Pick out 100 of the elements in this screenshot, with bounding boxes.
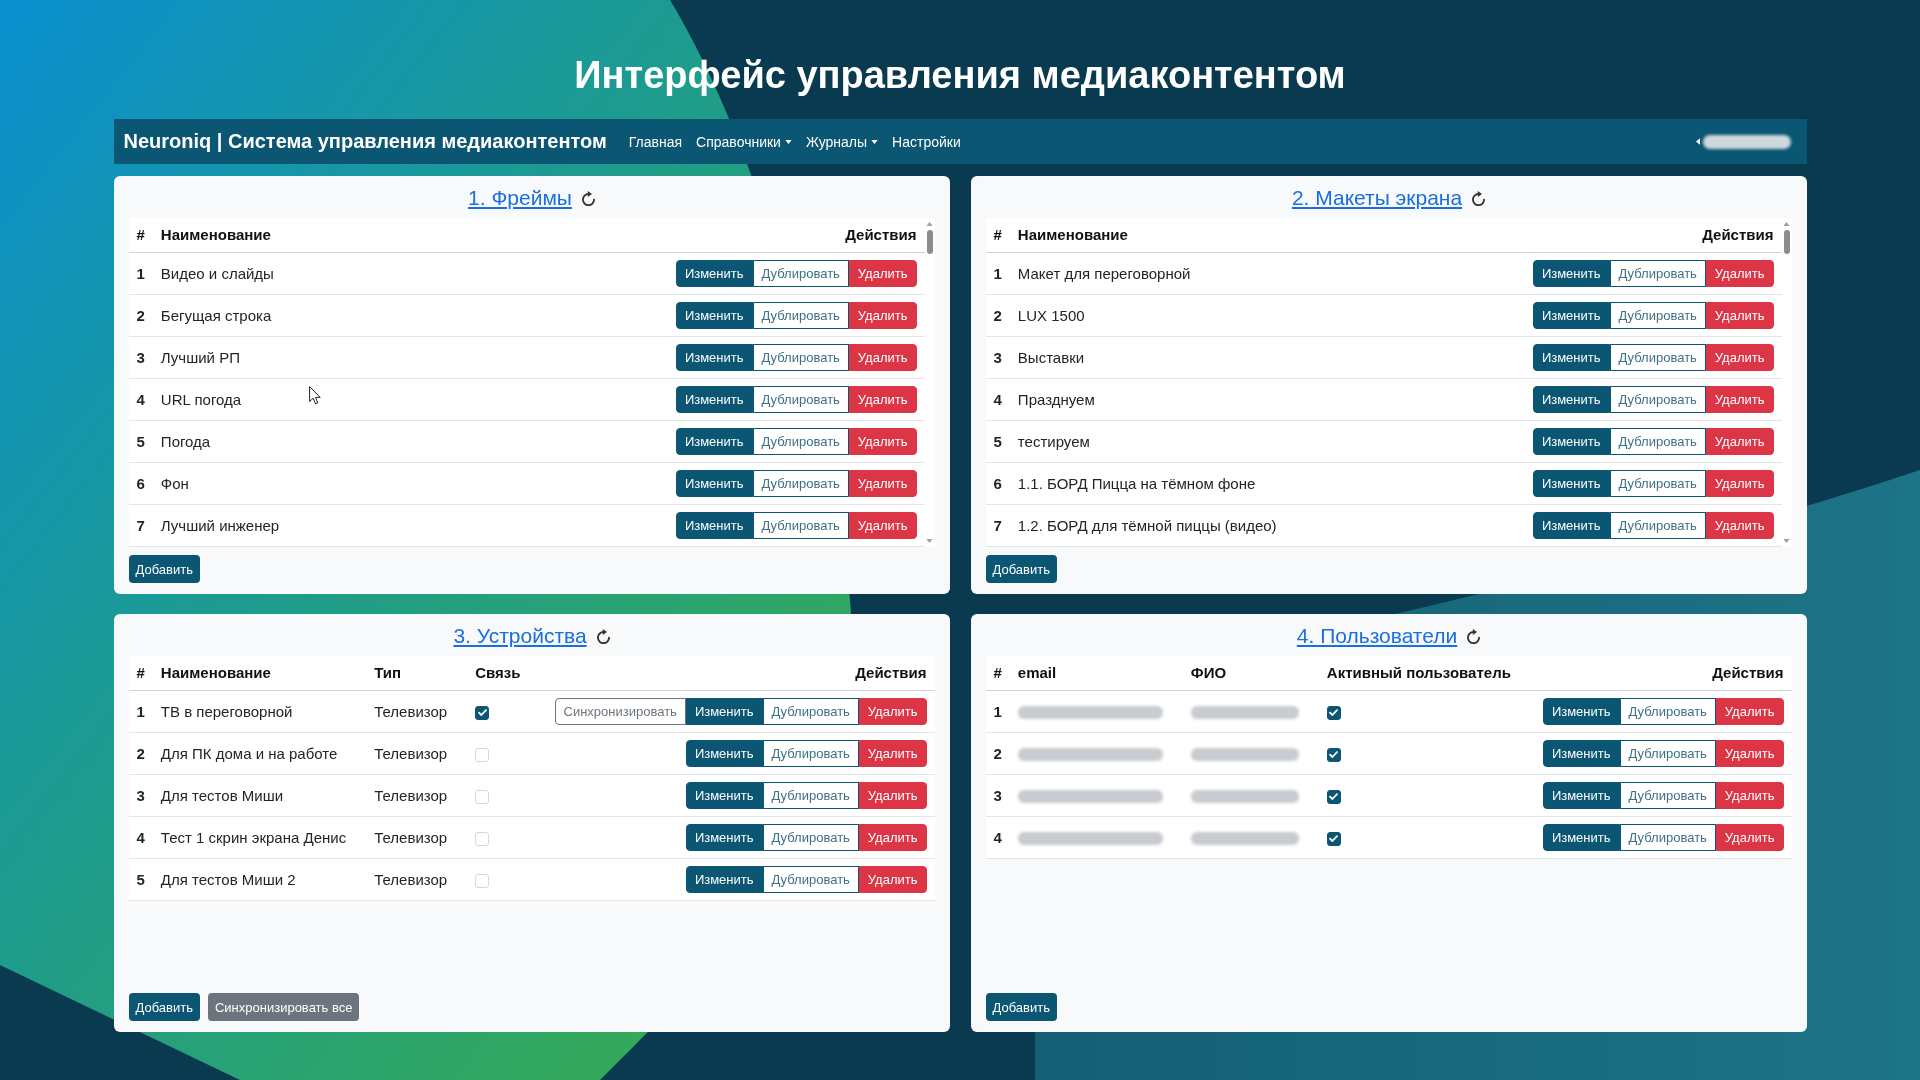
duplicate-button[interactable]: Дублировать	[752, 428, 849, 455]
delete-button[interactable]: Удалить	[848, 344, 917, 371]
delete-button[interactable]: Удалить	[1705, 512, 1774, 539]
sync-button[interactable]: Синхронизировать	[554, 698, 686, 725]
table-cell: 1.1. БОРД Пицца на тёмном фоне	[1017, 474, 1256, 492]
checkbox[interactable]	[1326, 747, 1341, 762]
duplicate-button[interactable]: Дублировать	[1619, 782, 1716, 809]
edit-button[interactable]: Изменить	[1532, 428, 1610, 455]
duplicate-button[interactable]: Дублировать	[1609, 386, 1706, 413]
edit-button[interactable]: Изменить	[675, 386, 753, 413]
delete-button[interactable]: Удалить	[848, 386, 917, 413]
edit-button[interactable]: Изменить	[675, 470, 753, 497]
duplicate-button[interactable]: Дублировать	[762, 824, 859, 851]
nav-link[interactable]: Журналы	[799, 133, 885, 150]
delete-button[interactable]: Удалить	[1715, 824, 1784, 851]
duplicate-button[interactable]: Дублировать	[762, 698, 859, 725]
delete-button[interactable]: Удалить	[1705, 428, 1774, 455]
delete-button[interactable]: Удалить	[848, 260, 917, 287]
delete-button[interactable]: Удалить	[858, 824, 927, 851]
delete-button[interactable]: Удалить	[858, 698, 927, 725]
duplicate-button[interactable]: Дублировать	[1609, 512, 1706, 539]
edit-button[interactable]: Изменить	[1532, 470, 1610, 497]
edit-button[interactable]: Изменить	[1542, 698, 1620, 725]
duplicate-button[interactable]: Дублировать	[1609, 260, 1706, 287]
checkbox[interactable]	[1326, 831, 1341, 846]
scrollbar-thumb[interactable]	[926, 230, 933, 254]
refresh-icon[interactable]	[581, 190, 595, 206]
delete-button[interactable]: Удалить	[858, 866, 927, 893]
duplicate-button[interactable]: Дублировать	[1619, 824, 1716, 851]
duplicate-button[interactable]: Дублировать	[752, 386, 849, 413]
edit-button[interactable]: Изменить	[675, 260, 753, 287]
edit-button[interactable]: Изменить	[685, 782, 763, 809]
duplicate-button[interactable]: Дублировать	[752, 470, 849, 497]
panel-title-link[interactable]: 2. Макеты экрана	[1291, 184, 1463, 212]
edit-button[interactable]: Изменить	[685, 740, 763, 767]
edit-button[interactable]: Изменить	[1542, 782, 1620, 809]
delete-button[interactable]: Удалить	[1715, 782, 1784, 809]
add-button[interactable]: Добавить	[985, 555, 1057, 583]
checkbox[interactable]	[475, 705, 490, 720]
duplicate-button[interactable]: Дублировать	[1609, 302, 1706, 329]
delete-button[interactable]: Удалить	[1705, 470, 1774, 497]
panel-title-link[interactable]: 4. Пользователи	[1296, 622, 1458, 650]
delete-button[interactable]: Удалить	[1705, 260, 1774, 287]
delete-button[interactable]: Удалить	[1705, 302, 1774, 329]
duplicate-button[interactable]: Дублировать	[752, 302, 849, 329]
edit-button[interactable]: Изменить	[685, 698, 763, 725]
nav-link[interactable]: Настройки	[886, 133, 967, 150]
nav-link[interactable]: Главная	[622, 133, 689, 150]
column-header: #	[993, 664, 1002, 681]
duplicate-button[interactable]: Дублировать	[762, 782, 859, 809]
edit-button[interactable]: Изменить	[1542, 824, 1620, 851]
delete-button[interactable]: Удалить	[1715, 698, 1784, 725]
delete-button[interactable]: Удалить	[848, 512, 917, 539]
checkbox[interactable]	[1326, 705, 1341, 720]
delete-button[interactable]: Удалить	[1705, 344, 1774, 371]
edit-button[interactable]: Изменить	[685, 824, 763, 851]
edit-button[interactable]: Изменить	[1542, 740, 1620, 767]
panel-title-link[interactable]: 1. Фреймы	[468, 184, 572, 212]
edit-button[interactable]: Изменить	[1532, 302, 1610, 329]
delete-button[interactable]: Удалить	[858, 782, 927, 809]
edit-button[interactable]: Изменить	[1532, 512, 1610, 539]
delete-button[interactable]: Удалить	[1705, 386, 1774, 413]
edit-button[interactable]: Изменить	[1532, 344, 1610, 371]
duplicate-button[interactable]: Дублировать	[1619, 698, 1716, 725]
row-number: 2	[993, 744, 1002, 762]
duplicate-button[interactable]: Дублировать	[752, 260, 849, 287]
add-button[interactable]: Добавить	[128, 993, 200, 1021]
delete-button[interactable]: Удалить	[858, 740, 927, 767]
panel-title-link[interactable]: 3. Устройства	[453, 622, 587, 650]
delete-button[interactable]: Удалить	[1715, 740, 1784, 767]
sync-all-button[interactable]: Синхронизировать все	[207, 993, 360, 1021]
edit-button[interactable]: Изменить	[685, 866, 763, 893]
duplicate-button[interactable]: Дублировать	[1609, 344, 1706, 371]
duplicate-button[interactable]: Дублировать	[752, 344, 849, 371]
delete-button[interactable]: Удалить	[848, 428, 917, 455]
edit-button[interactable]: Изменить	[675, 512, 753, 539]
edit-button[interactable]: Изменить	[1532, 386, 1610, 413]
refresh-icon[interactable]	[1472, 190, 1486, 206]
edit-button[interactable]: Изменить	[675, 428, 753, 455]
edit-button[interactable]: Изменить	[1532, 260, 1610, 287]
scrollbar-thumb[interactable]	[1783, 230, 1790, 254]
nav-link[interactable]: Справочники	[690, 133, 798, 150]
refresh-icon[interactable]	[1467, 628, 1481, 644]
caret-icon[interactable]	[1695, 138, 1700, 145]
delete-button[interactable]: Удалить	[848, 470, 917, 497]
add-button[interactable]: Добавить	[985, 993, 1057, 1021]
add-button[interactable]: Добавить	[128, 555, 200, 583]
duplicate-button[interactable]: Дублировать	[1609, 428, 1706, 455]
brand-title[interactable]: Neuroniq | Система управления медиаконтентом	[123, 130, 607, 153]
delete-button[interactable]: Удалить	[848, 302, 917, 329]
edit-button[interactable]: Изменить	[675, 344, 753, 371]
edit-button[interactable]: Изменить	[675, 302, 753, 329]
duplicate-button[interactable]: Дублировать	[1609, 470, 1706, 497]
duplicate-button[interactable]: Дублировать	[762, 740, 859, 767]
duplicate-button[interactable]: Дублировать	[762, 866, 859, 893]
row-number: 5	[993, 432, 1002, 450]
duplicate-button[interactable]: Дублировать	[1619, 740, 1716, 767]
refresh-icon[interactable]	[596, 628, 610, 644]
duplicate-button[interactable]: Дублировать	[752, 512, 849, 539]
checkbox[interactable]	[1326, 789, 1341, 804]
